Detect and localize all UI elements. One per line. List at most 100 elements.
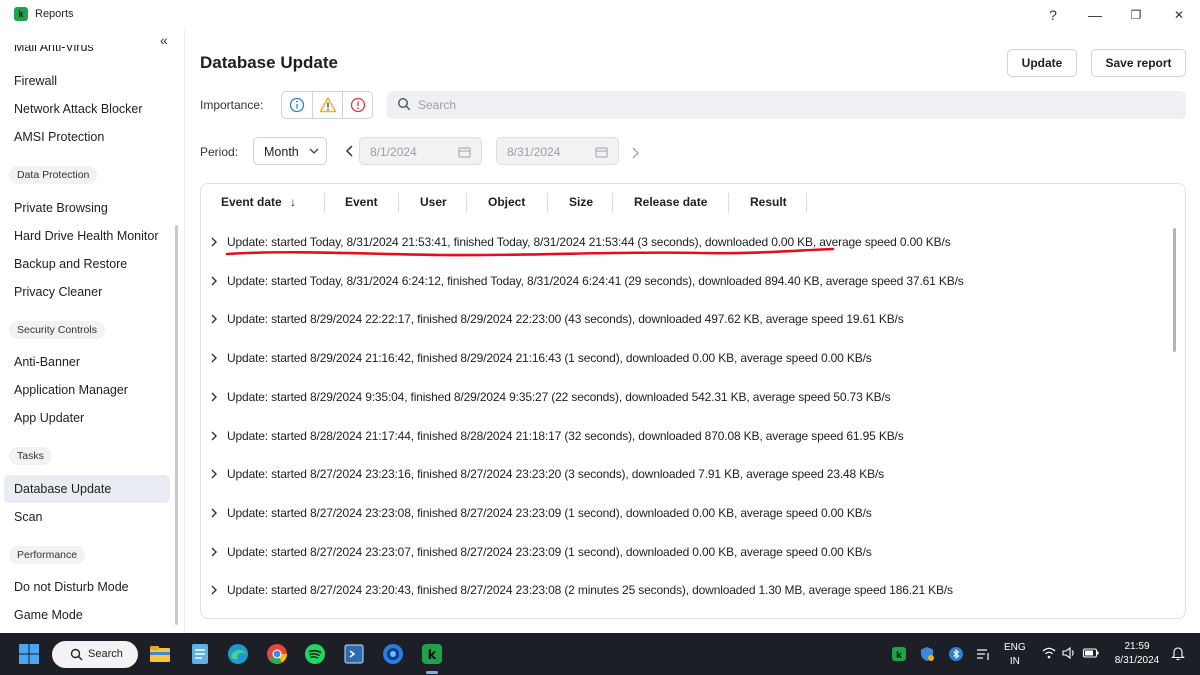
battery-icon[interactable] [1082,645,1106,669]
column-header-size[interactable]: Size [569,195,593,209]
taskbar: Search k k ENG IN 21:59 8/31/2024 [0,633,1200,675]
spotify-icon[interactable] [303,642,327,666]
close-button[interactable]: ✕ [1164,4,1194,26]
notification-bell-icon[interactable] [1170,645,1194,669]
sidebar-item-backup-and-restore[interactable]: Backup and Restore [14,257,127,271]
table-scrollbar[interactable] [1173,228,1176,352]
column-header-object[interactable]: Object [488,195,525,209]
chevron-right-icon[interactable] [209,274,219,288]
table-row[interactable]: Update: started 8/29/2024 21:16:42, fini… [201,340,1171,378]
warning-filter-button[interactable] [312,92,342,118]
sidebar-group-security-controls: Security Controls [9,321,105,339]
chevron-right-icon[interactable] [209,467,219,481]
maximize-button[interactable]: ❐ [1121,4,1151,26]
table-row[interactable]: Update: started 8/27/2024 23:20:43, fini… [201,572,1171,610]
column-header-user[interactable]: User [420,195,447,209]
file-explorer-icon[interactable] [148,642,172,666]
taskbar-search-label: Search [88,648,123,660]
svg-text:k: k [896,651,903,661]
event-description: Update: started Today, 8/31/2024 6:24:12… [227,273,964,288]
next-period-icon [632,147,639,159]
table-row[interactable]: Update: started Today, 8/31/2024 21:53:4… [201,224,1171,262]
help-button[interactable]: ? [1038,4,1068,26]
window-title: Reports [35,8,74,20]
media-app-icon[interactable] [381,642,405,666]
bluetooth-icon[interactable] [947,645,971,669]
column-header-release-date[interactable]: Release date [634,195,707,209]
info-filter-button[interactable] [282,92,312,118]
kaspersky-logo-icon: k [14,7,28,21]
sidebar-item-amsi-protection[interactable]: AMSI Protection [14,130,104,144]
column-header-event-date[interactable]: Event date ↓ [221,195,296,209]
sidebar-item-game-mode[interactable]: Game Mode [14,608,83,622]
sidebar-item-anti-banner[interactable]: Anti-Banner [14,355,80,369]
events-table: Event date ↓ Event User Object Size Rele… [200,183,1186,619]
chevron-right-icon[interactable] [209,506,219,520]
minimize-button[interactable]: — [1080,4,1110,26]
info-icon [289,97,305,113]
security-shield-icon[interactable] [918,645,942,669]
search-icon [397,97,411,111]
sidebar-item-app-updater[interactable]: App Updater [14,411,84,425]
table-row[interactable]: Update: started 8/29/2024 9:35:04, finis… [201,379,1171,417]
table-row[interactable]: Update: started 8/27/2024 23:23:16, fini… [201,456,1171,494]
sidebar-item-mail-anti-virus[interactable]: Mail Anti-Virus [14,45,94,54]
page-title: Database Update [200,53,338,72]
event-description: Update: started 8/28/2024 21:17:44, fini… [227,428,904,443]
previous-period-icon[interactable] [344,144,356,158]
terminal-icon[interactable] [342,642,366,666]
language-indicator[interactable]: ENG IN [1004,642,1026,667]
sort-descending-icon: ↓ [290,195,297,209]
chrome-browser-icon[interactable] [265,642,289,666]
windows-start-icon[interactable] [17,642,41,666]
notepad-icon[interactable] [188,642,212,666]
table-row[interactable]: Update: started 8/27/2024 23:23:07, fini… [201,534,1171,572]
sidebar-item-application-manager[interactable]: Application Manager [14,383,128,397]
taskbar-search[interactable]: Search [52,641,138,668]
table-row[interactable]: Update: started 8/27/2024 23:23:08, fini… [201,495,1171,533]
edge-browser-icon[interactable] [226,642,250,666]
column-header-event[interactable]: Event [345,195,378,209]
save-report-button[interactable]: Save report [1091,49,1186,77]
clock-date: 8/31/2024 [1114,655,1160,666]
column-header-result[interactable]: Result [750,195,787,209]
calendar-icon [595,147,608,158]
kaspersky-taskbar-icon[interactable]: k [420,642,444,666]
event-description: Update: started 8/27/2024 23:20:43, fini… [227,583,953,598]
search-input[interactable]: Search [387,91,1186,119]
warning-icon [319,97,337,113]
sidebar-item-privacy-cleaner[interactable]: Privacy Cleaner [14,285,102,299]
column-header-label: Event date [221,195,282,209]
chevron-right-icon[interactable] [209,583,219,597]
chevron-right-icon[interactable] [209,351,219,365]
table-row[interactable]: Update: started Today, 8/31/2024 6:24:12… [201,263,1171,301]
sidebar-group-tasks: Tasks [9,447,52,465]
chevron-right-icon[interactable] [209,390,219,404]
chevron-right-icon[interactable] [209,235,219,249]
kaspersky-tray-icon[interactable]: k [890,645,914,669]
table-row[interactable]: Update: started 8/28/2024 21:17:44, fini… [201,418,1171,456]
sidebar-item-do-not-disturb-mode[interactable]: Do not Disturb Mode [14,580,129,594]
sidebar-item-scan[interactable]: Scan [14,510,43,524]
date-from-value: 8/1/2024 [370,145,417,159]
column-divider [806,193,807,213]
sidebar-item-private-browsing[interactable]: Private Browsing [14,201,108,215]
sidebar-item-firewall[interactable]: Firewall [14,74,57,88]
chevron-right-icon[interactable] [209,545,219,559]
chevron-right-icon[interactable] [209,312,219,326]
update-button[interactable]: Update [1007,49,1077,77]
chevron-right-icon[interactable] [209,429,219,443]
table-row[interactable]: Update: started 8/29/2024 22:22:17, fini… [201,301,1171,339]
critical-filter-button[interactable] [342,92,372,118]
system-clock[interactable]: 21:59 8/31/2024 [1112,641,1162,666]
sidebar-scrollbar[interactable] [175,225,178,625]
active-app-indicator [426,671,438,674]
sidebar-item-database-update[interactable]: Database Update [14,482,111,496]
input-indicator-icon[interactable] [975,646,999,670]
sidebar-item-hard-drive-health-monitor[interactable]: Hard Drive Health Monitor [14,229,159,243]
period-select[interactable]: Month [253,137,327,165]
collapse-sidebar-icon[interactable]: « [160,32,168,48]
sidebar-item-network-attack-blocker[interactable]: Network Attack Blocker [14,102,143,116]
critical-icon [350,97,366,113]
chevron-down-icon [309,148,319,154]
